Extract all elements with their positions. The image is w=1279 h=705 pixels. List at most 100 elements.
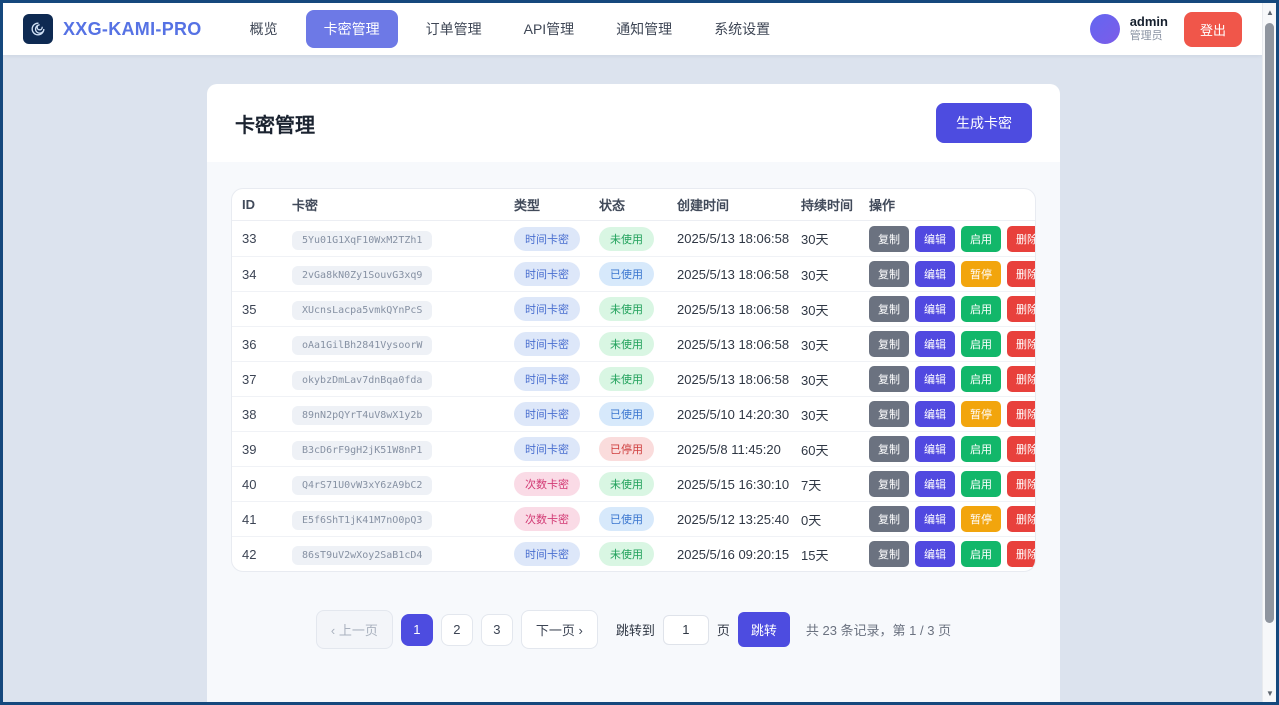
copy-button[interactable]: 复制 <box>869 226 909 252</box>
row-id: 42 <box>242 547 292 562</box>
page-button-1[interactable]: 1 <box>401 614 433 646</box>
copy-button[interactable]: 复制 <box>869 296 909 322</box>
page-button-2[interactable]: 2 <box>441 614 473 646</box>
created-time: 2025/5/13 18:06:58 <box>677 231 801 246</box>
edit-button[interactable]: 编辑 <box>915 366 955 392</box>
scrollbar-thumb[interactable] <box>1265 23 1274 623</box>
delete-button[interactable]: 删除 <box>1007 296 1036 322</box>
status-badge: 未使用 <box>599 227 654 251</box>
edit-button[interactable]: 编辑 <box>915 331 955 357</box>
scroll-down-icon[interactable]: ▼ <box>1263 686 1277 700</box>
edit-button[interactable]: 编辑 <box>915 436 955 462</box>
vertical-scrollbar[interactable]: ▲ ▼ <box>1262 3 1276 702</box>
edit-button[interactable]: 编辑 <box>915 401 955 427</box>
table-body: 33 5Yu01G1XqF10WxM2TZh1 时间卡密 未使用 2025/5/… <box>232 221 1035 571</box>
edit-button[interactable]: 编辑 <box>915 296 955 322</box>
toggle-button[interactable]: 启用 <box>961 541 1001 567</box>
delete-button[interactable]: 删除 <box>1007 226 1036 252</box>
edit-button[interactable]: 编辑 <box>915 541 955 567</box>
copy-button[interactable]: 复制 <box>869 506 909 532</box>
prev-page-button[interactable]: ‹ 上一页 <box>316 610 393 649</box>
toggle-button[interactable]: 启用 <box>961 296 1001 322</box>
toggle-button[interactable]: 启用 <box>961 471 1001 497</box>
page-unit-label: 页 <box>717 620 730 639</box>
table-header-row: ID 卡密 类型 状态 创建时间 持续时间 操作 <box>232 189 1035 221</box>
type-badge: 时间卡密 <box>514 437 580 461</box>
type-badge: 时间卡密 <box>514 227 580 251</box>
copy-button[interactable]: 复制 <box>869 401 909 427</box>
duration: 15天 <box>801 545 869 564</box>
delete-button[interactable]: 删除 <box>1007 366 1036 392</box>
delete-button[interactable]: 删除 <box>1007 471 1036 497</box>
copy-button[interactable]: 复制 <box>869 471 909 497</box>
edit-button[interactable]: 编辑 <box>915 471 955 497</box>
edit-button[interactable]: 编辑 <box>915 261 955 287</box>
top-navigation-bar: XXG-KAMI-PRO 概览 卡密管理 订单管理 API管理 通知管理 系统设… <box>3 3 1262 55</box>
type-badge: 时间卡密 <box>514 332 580 356</box>
jump-button[interactable]: 跳转 <box>738 612 790 647</box>
created-time: 2025/5/15 16:30:10 <box>677 477 801 492</box>
app-logo <box>23 14 53 44</box>
toggle-button[interactable]: 启用 <box>961 366 1001 392</box>
col-header-type: 类型 <box>514 195 599 214</box>
col-header-created: 创建时间 <box>677 195 801 214</box>
logout-button[interactable]: 登出 <box>1184 12 1242 47</box>
toggle-button[interactable]: 启用 <box>961 331 1001 357</box>
row-actions: 复制 编辑 启用 删除 <box>869 541 1036 567</box>
duration: 30天 <box>801 335 869 354</box>
toggle-button[interactable]: 暂停 <box>961 261 1001 287</box>
row-id: 35 <box>242 302 292 317</box>
next-page-button[interactable]: 下一页 › <box>521 610 598 649</box>
toggle-button[interactable]: 暂停 <box>961 401 1001 427</box>
type-badge: 次数卡密 <box>514 507 580 531</box>
copy-button[interactable]: 复制 <box>869 366 909 392</box>
delete-button[interactable]: 删除 <box>1007 261 1036 287</box>
row-actions: 复制 编辑 启用 删除 <box>869 436 1036 462</box>
created-time: 2025/5/13 18:06:58 <box>677 372 801 387</box>
generate-key-button[interactable]: 生成卡密 <box>936 103 1032 143</box>
col-header-id: ID <box>242 197 292 212</box>
table-row: 33 5Yu01G1XqF10WxM2TZh1 时间卡密 未使用 2025/5/… <box>232 221 1035 256</box>
row-id: 40 <box>242 477 292 492</box>
brand-title: XXG-KAMI-PRO <box>63 19 202 40</box>
nav-item-orders[interactable]: 订单管理 <box>412 11 496 47</box>
copy-button[interactable]: 复制 <box>869 261 909 287</box>
delete-button[interactable]: 删除 <box>1007 541 1036 567</box>
table-row: 38 89nN2pQYrT4uV8wX1y2b 时间卡密 已使用 2025/5/… <box>232 396 1035 431</box>
status-badge: 未使用 <box>599 367 654 391</box>
user-avatar <box>1090 14 1120 44</box>
nav-item-overview[interactable]: 概览 <box>236 11 292 47</box>
created-time: 2025/5/8 11:45:20 <box>677 442 801 457</box>
card-key-value: 89nN2pQYrT4uV8wX1y2b <box>292 406 432 425</box>
nav-item-card-keys[interactable]: 卡密管理 <box>306 10 398 48</box>
nav-item-settings[interactable]: 系统设置 <box>700 11 784 47</box>
toggle-button[interactable]: 启用 <box>961 436 1001 462</box>
page-title: 卡密管理 <box>235 109 315 138</box>
toggle-button[interactable]: 启用 <box>961 226 1001 252</box>
delete-button[interactable]: 删除 <box>1007 436 1036 462</box>
copy-button[interactable]: 复制 <box>869 436 909 462</box>
status-badge: 已使用 <box>599 507 654 531</box>
toggle-button[interactable]: 暂停 <box>961 506 1001 532</box>
nav-item-api[interactable]: API管理 <box>510 11 589 47</box>
edit-button[interactable]: 编辑 <box>915 506 955 532</box>
edit-button[interactable]: 编辑 <box>915 226 955 252</box>
page-header: 卡密管理 生成卡密 <box>207 84 1060 162</box>
row-actions: 复制 编辑 启用 删除 <box>869 366 1036 392</box>
copy-button[interactable]: 复制 <box>869 331 909 357</box>
col-header-key: 卡密 <box>292 195 514 214</box>
row-id: 33 <box>242 231 292 246</box>
status-badge: 已使用 <box>599 262 654 286</box>
copy-button[interactable]: 复制 <box>869 541 909 567</box>
card-key-value: 86sT9uV2wXoy2SaB1cD4 <box>292 546 432 565</box>
delete-button[interactable]: 删除 <box>1007 331 1036 357</box>
scroll-up-icon[interactable]: ▲ <box>1263 5 1277 19</box>
row-id: 37 <box>242 372 292 387</box>
delete-button[interactable]: 删除 <box>1007 401 1036 427</box>
nav-item-notifications[interactable]: 通知管理 <box>602 11 686 47</box>
status-badge: 已使用 <box>599 402 654 426</box>
delete-button[interactable]: 删除 <box>1007 506 1036 532</box>
duration: 30天 <box>801 405 869 424</box>
page-button-3[interactable]: 3 <box>481 614 513 646</box>
jump-page-input[interactable] <box>663 615 709 645</box>
